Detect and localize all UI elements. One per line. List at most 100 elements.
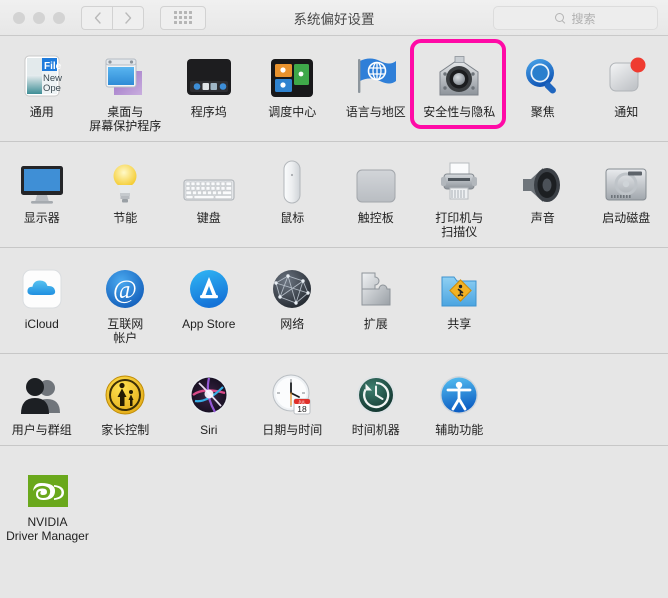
network-icon xyxy=(270,259,314,311)
pref-item-mouse[interactable]: 鼠标 xyxy=(251,153,335,239)
pref-item-label: 共享 xyxy=(447,317,472,331)
parental-controls-icon xyxy=(103,365,147,417)
pref-item-keyboard[interactable]: 键盘 xyxy=(167,153,251,239)
pref-item-language-region[interactable]: 语言与地区 xyxy=(334,47,418,133)
energy-saver-icon xyxy=(105,153,145,205)
pref-item-network[interactable]: 网络 xyxy=(251,259,335,345)
icloud-icon xyxy=(20,259,64,311)
pref-item-users-groups[interactable]: 用户与群组 xyxy=(0,365,84,437)
pref-item-accessibility[interactable]: 辅助功能 xyxy=(418,365,502,437)
pref-item-internet-accounts[interactable]: @ 互联网 帐户 xyxy=(84,259,168,345)
app-store-icon xyxy=(187,259,231,311)
notifications-icon xyxy=(603,47,649,99)
pref-item-energy-saver[interactable]: 节能 xyxy=(84,153,168,239)
time-machine-icon xyxy=(354,365,398,417)
pref-item-spotlight[interactable]: 聚焦 xyxy=(501,47,585,133)
sound-icon xyxy=(519,153,567,205)
svg-text:18: 18 xyxy=(298,404,308,414)
show-all-button[interactable] xyxy=(160,5,206,30)
displays-icon xyxy=(17,153,67,205)
pref-item-startup-disk[interactable]: 启动磁盘 xyxy=(585,153,668,239)
pref-item-app-store[interactable]: App Store xyxy=(167,259,251,345)
accessibility-icon xyxy=(437,365,481,417)
pref-item-label: 聚焦 xyxy=(530,105,555,119)
pref-item-icloud[interactable]: iCloud xyxy=(0,259,84,345)
siri-icon xyxy=(187,365,231,417)
svg-text:@: @ xyxy=(113,275,137,304)
navigation-buttons xyxy=(81,5,144,30)
pref-item-sound[interactable]: 声音 xyxy=(501,153,585,239)
pref-item-desktop-screensaver[interactable]: 桌面与 屏幕保护程序 xyxy=(84,47,168,133)
preferences-row-hardware: 显示器 节能 键盘 鼠标 触控板 打印机与 扫描仪 声音 启动磁盘 xyxy=(0,142,668,248)
pref-item-label: App Store xyxy=(182,317,236,331)
pref-item-label: 语言与地区 xyxy=(345,105,406,119)
pref-item-displays[interactable]: 显示器 xyxy=(0,153,84,239)
pref-item-printers-scanners[interactable]: 打印机与 扫描仪 xyxy=(418,153,502,239)
extensions-icon xyxy=(354,259,398,311)
general-icon: File New Ope xyxy=(19,47,65,99)
close-button[interactable] xyxy=(13,11,25,24)
users-groups-icon xyxy=(18,365,66,417)
mouse-icon xyxy=(278,153,306,205)
zoom-button[interactable] xyxy=(53,11,65,24)
printers-scanners-icon xyxy=(437,153,481,205)
pref-item-label: 显示器 xyxy=(23,211,60,225)
security-privacy-icon xyxy=(435,47,483,99)
pref-item-label: 程序坞 xyxy=(190,105,227,119)
pref-item-label: iCloud xyxy=(24,317,59,331)
pref-item-label: 启动磁盘 xyxy=(602,211,651,225)
desktop-screensaver-icon xyxy=(100,47,150,99)
mission-control-icon xyxy=(269,47,315,99)
pref-item-label: 网络 xyxy=(280,317,305,331)
nvidia-driver-manager-icon xyxy=(24,457,72,509)
preferences-grid: File New Ope 通用 桌面与 屏幕保护程序 程序坞 调度中心 语言与地… xyxy=(0,36,668,598)
pref-item-label: 鼠标 xyxy=(280,211,305,225)
pref-item-label: 桌面与 屏幕保护程序 xyxy=(89,105,162,133)
pref-item-general[interactable]: File New Ope 通用 xyxy=(0,47,84,133)
back-button[interactable] xyxy=(81,5,112,30)
dock-icon xyxy=(185,47,233,99)
date-time-icon: JUL 18 xyxy=(270,365,314,417)
pref-item-label: 用户与群组 xyxy=(11,423,72,437)
pref-item-extensions[interactable]: 扩展 xyxy=(334,259,418,345)
pref-item-sharing[interactable]: 共享 xyxy=(418,259,502,345)
pref-item-label: NVIDIA Driver Manager xyxy=(6,515,89,543)
pref-item-date-time[interactable]: JUL 18 日期与时间 xyxy=(251,365,335,437)
pref-item-nvidia-driver-manager[interactable]: NVIDIA Driver Manager xyxy=(0,457,95,543)
minimize-button[interactable] xyxy=(33,11,45,24)
pref-item-label: 家长控制 xyxy=(101,423,150,437)
system-preferences-window: 系统偏好设置 搜索 File New Ope 通用 桌面与 屏幕保护程序 程序坞… xyxy=(0,0,668,598)
pref-item-label: 安全性与隐私 xyxy=(423,105,496,119)
pref-item-trackpad[interactable]: 触控板 xyxy=(334,153,418,239)
pref-item-parental-controls[interactable]: 家长控制 xyxy=(84,365,168,437)
pref-item-label: 通知 xyxy=(614,105,639,119)
pref-item-label: 调度中心 xyxy=(268,105,317,119)
pref-item-label: 键盘 xyxy=(196,211,221,225)
preferences-row-personal: File New Ope 通用 桌面与 屏幕保护程序 程序坞 调度中心 语言与地… xyxy=(0,36,668,142)
preferences-row-internet: iCloud @ 互联网 帐户 App Store 网络 扩展 共享 xyxy=(0,248,668,354)
pref-item-label: Siri xyxy=(200,423,218,437)
svg-text:File: File xyxy=(44,61,62,72)
traffic-lights xyxy=(13,11,65,24)
search-icon xyxy=(555,12,566,24)
pref-item-label: 声音 xyxy=(530,211,555,225)
preferences-row-system: 用户与群组 家长控制 Siri JUL 18 日期与时间 时间机器 辅助功能 xyxy=(0,354,668,446)
pref-item-label: 日期与时间 xyxy=(262,423,323,437)
window-titlebar: 系统偏好设置 搜索 xyxy=(0,0,668,36)
pref-item-mission-control[interactable]: 调度中心 xyxy=(251,47,335,133)
search-field[interactable]: 搜索 xyxy=(493,6,658,30)
spotlight-icon xyxy=(521,47,565,99)
sharing-icon xyxy=(437,259,481,311)
pref-item-label: 节能 xyxy=(113,211,138,225)
pref-item-label: 打印机与 扫描仪 xyxy=(435,211,484,239)
pref-item-label: 通用 xyxy=(29,105,54,119)
pref-item-time-machine[interactable]: 时间机器 xyxy=(334,365,418,437)
pref-item-dock[interactable]: 程序坞 xyxy=(167,47,251,133)
pref-item-siri[interactable]: Siri xyxy=(167,365,251,437)
language-region-icon xyxy=(352,47,400,99)
pref-item-label: 触控板 xyxy=(357,211,394,225)
pref-item-notifications[interactable]: 通知 xyxy=(585,47,668,133)
forward-button[interactable] xyxy=(112,5,144,30)
pref-item-security-privacy[interactable]: 安全性与隐私 xyxy=(409,39,505,133)
pref-item-label: 辅助功能 xyxy=(435,423,484,437)
